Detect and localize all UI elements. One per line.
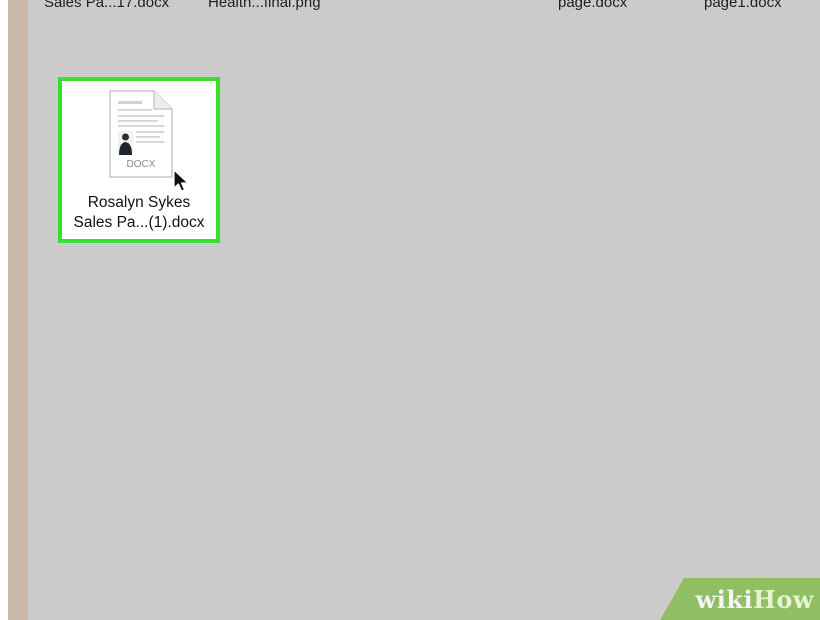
mouse-pointer-icon	[173, 169, 189, 192]
file-label-page[interactable]: page.docx	[558, 0, 627, 11]
file-name-line2: Sales Pa...(1).docx	[73, 214, 205, 231]
docx-file-icon[interactable]: DOCX	[106, 89, 176, 181]
file-label-health[interactable]: Health...final.png	[208, 0, 321, 11]
file-label-page1[interactable]: page1.docx	[704, 0, 782, 11]
wikihow-watermark: wikiHow	[660, 578, 820, 620]
file-name-line1: Rosalyn Sykes	[87, 194, 191, 211]
docx-icon-label: DOCX	[127, 159, 156, 170]
file-name[interactable]: Rosalyn Sykes Sales Pa...(1).docx	[62, 193, 216, 233]
desktop-area[interactable]: Sales Pa...17.docx Health...final.png pa…	[28, 0, 820, 620]
wikihow-logo-text: wikiHow	[695, 585, 814, 614]
screenshot-frame: Sales Pa...17.docx Health...final.png pa…	[0, 0, 820, 620]
window-edge	[8, 0, 28, 620]
selected-file-item[interactable]: DOCX Rosalyn Sykes Sales Pa...(1).docx	[58, 77, 220, 243]
file-label-sales-pa[interactable]: Sales Pa...17.docx	[44, 0, 169, 11]
